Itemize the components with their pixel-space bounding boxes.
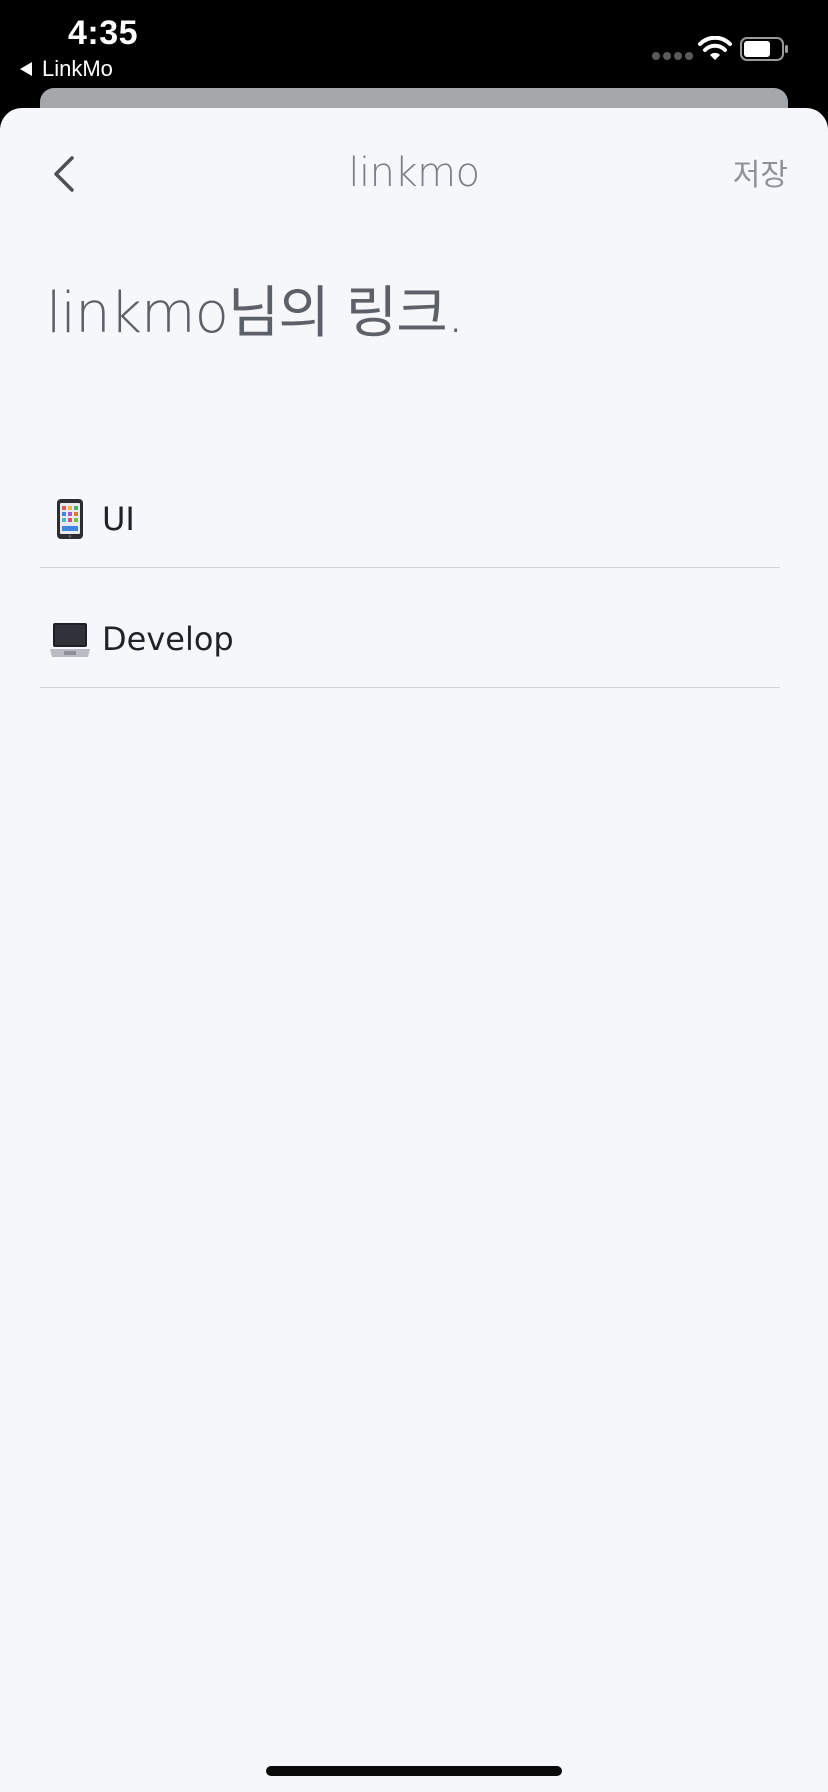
nav-title: linkmo (348, 150, 480, 196)
back-app-label: LinkMo (42, 56, 113, 81)
list-item-label: UI (102, 499, 135, 538)
home-indicator (266, 1766, 562, 1776)
wifi-icon (698, 36, 732, 60)
list-item-label: Develop (102, 619, 234, 658)
page-heading: linkmo님의 링크. (46, 281, 465, 346)
cellular-signal-icon (652, 52, 693, 60)
back-triangle-icon (20, 62, 32, 76)
mobile-phone-icon (50, 497, 90, 541)
laptop-icon (50, 617, 90, 661)
status-time: 4:35 (68, 14, 139, 52)
modal-sheet: linkmo 저장 linkmo님의 링크. UI Develop (0, 108, 828, 1792)
category-list: UI Develop (40, 448, 780, 688)
status-bar: 4:35 LinkMo (0, 0, 828, 100)
back-to-app-link[interactable]: LinkMo (20, 56, 113, 82)
save-button[interactable]: 저장 (733, 150, 788, 194)
list-item-develop[interactable]: Develop (40, 568, 780, 688)
battery-icon (740, 37, 788, 61)
list-item-ui[interactable]: UI (40, 448, 780, 568)
